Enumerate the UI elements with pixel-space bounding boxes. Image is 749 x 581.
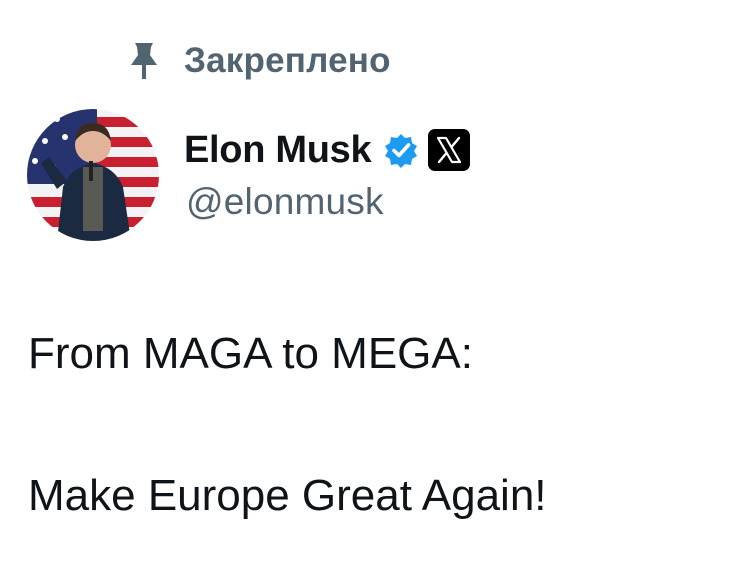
author-name-row: Elon Musk: [184, 124, 471, 176]
tweet-line: From MAGA to MEGA:: [28, 329, 473, 378]
pinned-label: Закреплено: [184, 41, 391, 80]
author-handle[interactable]: @elonmusk: [186, 181, 384, 223]
pinned-indicator: Закреплено: [124, 38, 391, 84]
verified-badge-icon[interactable]: [383, 132, 419, 168]
tweet-text: From MAGA to MEGA: Make Europe Great Aga…: [28, 318, 728, 531]
author-display-name[interactable]: Elon Musk: [184, 129, 372, 172]
x-logo-icon[interactable]: [427, 128, 471, 172]
avatar[interactable]: [27, 109, 159, 241]
pin-icon: [124, 38, 164, 84]
tweet-line: Make Europe Great Again!: [28, 471, 547, 520]
